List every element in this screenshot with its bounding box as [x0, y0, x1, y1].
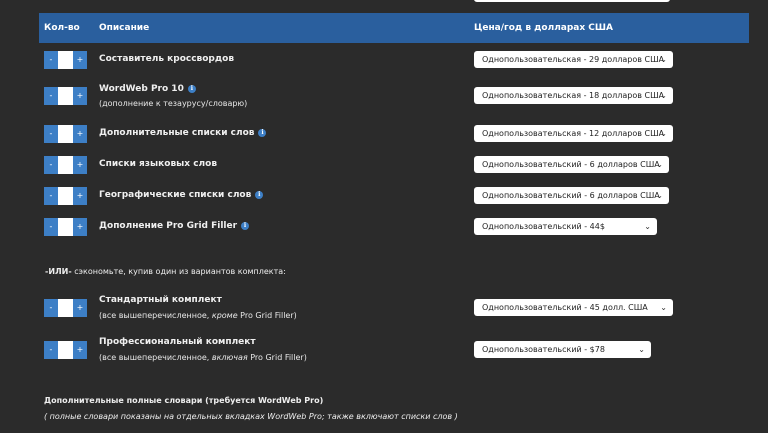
dictionaries-subtitle: ( полные словари показаны на отдельных в…: [44, 412, 458, 421]
product-label: Дополнение Pro Grid Filler i: [99, 221, 250, 231]
price-select-value: Однопользовательский - 45 долл. США: [482, 303, 648, 312]
decrement-button[interactable]: -: [44, 51, 58, 69]
chevron-down-icon: ⌄: [660, 91, 667, 100]
decrement-button[interactable]: -: [44, 341, 58, 359]
price-select[interactable]: Однопользовательский - 6 долларов США ⌄: [474, 187, 669, 204]
decrement-button[interactable]: -: [44, 218, 58, 236]
quantity-stepper: - +: [44, 218, 87, 236]
product-row-wordweb: - + WordWeb Pro 10 i (дополнение к тезаур…: [39, 82, 749, 112]
product-row-gridfiller: - + Дополнение Pro Grid Filler i Однополь…: [39, 215, 749, 237]
increment-button[interactable]: +: [73, 187, 87, 205]
price-select[interactable]: Однопользовательский - 6 долларов США ⌄: [474, 156, 669, 173]
table-header: Кол-во Описание Цена/год в долларах США: [39, 13, 749, 43]
bundle-row-professional: - + Профессиональный комплект (все вышеп…: [39, 334, 749, 366]
bundle-sublabel-pre: (все вышеперечисленное,: [99, 353, 212, 362]
bundle-label: Стандартный комплект: [99, 295, 222, 305]
info-icon[interactable]: i: [241, 222, 250, 230]
bundle-sublabel-pre: (все вышеперечисленное,: [99, 311, 212, 320]
dictionaries-title: Дополнительные полные словари (требуется…: [44, 396, 324, 405]
increment-button[interactable]: +: [73, 218, 87, 236]
price-select[interactable]: Однопользовательский - 44$ ⌄: [474, 218, 657, 235]
price-select[interactable]: Однопользовательская - 12 долларов США ⌄: [474, 125, 673, 142]
decrement-button[interactable]: -: [44, 299, 58, 317]
bundle-intro: -ИЛИ- сэкономьте, купив один из варианто…: [45, 267, 286, 276]
quantity-stepper: - +: [44, 87, 87, 105]
price-select-value: Однопользовательский - 6 долларов США: [482, 191, 660, 200]
header-qty: Кол-во: [44, 23, 80, 33]
previous-select[interactable]: [474, 0, 670, 2]
chevron-down-icon: ⌄: [660, 55, 667, 64]
chevron-down-icon: ⌄: [660, 129, 667, 138]
chevron-down-icon: ⌄: [656, 160, 663, 169]
decrement-button[interactable]: -: [44, 125, 58, 143]
bundle-sublabel-emphasis: кроме: [211, 311, 238, 320]
product-row-geographic: - + Географические списки слов i Однополь…: [39, 184, 749, 206]
quantity-input[interactable]: [58, 341, 73, 359]
product-label: Дополнительные списки слов i: [99, 128, 267, 138]
quantity-stepper: - +: [44, 341, 87, 359]
chevron-down-icon: ⌄: [660, 303, 667, 312]
price-select-value: Однопользовательская - 18 долларов США: [482, 91, 665, 100]
info-icon[interactable]: i: [258, 129, 267, 137]
decrement-button[interactable]: -: [44, 87, 58, 105]
increment-button[interactable]: +: [73, 341, 87, 359]
bundle-row-standard: - + Стандартный комплект (все вышеперечи…: [39, 292, 749, 324]
product-sublabel: (дополнение к тезаурусу/словарю): [99, 99, 248, 108]
product-label-text: Дополнительные списки слов: [99, 128, 255, 138]
price-select[interactable]: Однопользовательский - 45 долл. США ⌄: [474, 299, 673, 316]
bundle-sublabel-post: Pro Grid Filler): [237, 311, 297, 320]
product-label-text: Дополнение Pro Grid Filler: [99, 221, 238, 231]
quantity-stepper: - +: [44, 125, 87, 143]
bundle-sublabel: (все вышеперечисленное, кроме Pro Grid F…: [99, 311, 297, 320]
increment-button[interactable]: +: [73, 51, 87, 69]
quantity-stepper: - +: [44, 156, 87, 174]
increment-button[interactable]: +: [73, 87, 87, 105]
or-label: -ИЛИ-: [45, 267, 72, 276]
quantity-input[interactable]: [58, 51, 73, 69]
quantity-stepper: - +: [44, 299, 87, 317]
price-select-value: Однопользовательский - 6 долларов США: [482, 160, 660, 169]
price-select[interactable]: Однопользовательская - 29 долларов США ⌄: [474, 51, 673, 68]
quantity-input[interactable]: [58, 187, 73, 205]
quantity-input[interactable]: [58, 125, 73, 143]
bundle-label: Профессиональный комплект: [99, 337, 256, 347]
bundle-intro-text: сэкономьте, купив один из вариантов комп…: [71, 267, 286, 276]
bundle-sublabel-post: Pro Grid Filler): [247, 353, 307, 362]
header-description: Описание: [99, 23, 150, 33]
bundle-sublabel-emphasis: включая: [211, 353, 248, 362]
price-select-value: Однопользовательский - $78: [482, 345, 605, 354]
product-label: WordWeb Pro 10 i: [99, 84, 196, 94]
quantity-stepper: - +: [44, 51, 87, 69]
quantity-input[interactable]: [58, 156, 73, 174]
increment-button[interactable]: +: [73, 299, 87, 317]
price-select-value: Однопользовательская - 29 долларов США: [482, 55, 665, 64]
increment-button[interactable]: +: [73, 156, 87, 174]
chevron-down-icon: ⌄: [656, 191, 663, 200]
info-icon[interactable]: i: [187, 85, 196, 93]
price-select-value: Однопользовательская - 12 долларов США: [482, 129, 665, 138]
info-icon[interactable]: i: [255, 191, 264, 199]
product-label: Географические списки слов i: [99, 190, 264, 200]
quantity-input[interactable]: [58, 87, 73, 105]
product-row-wordlists: - + Дополнительные списки слов i Однополь…: [39, 122, 749, 144]
price-select-value: Однопользовательский - 44$: [482, 222, 605, 231]
product-label-text: WordWeb Pro 10: [99, 84, 184, 94]
price-select[interactable]: Однопользовательская - 18 долларов США ⌄: [474, 87, 673, 104]
quantity-stepper: - +: [44, 187, 87, 205]
bundle-sublabel: (все вышеперечисленное, включая Pro Grid…: [99, 353, 307, 362]
quantity-input[interactable]: [58, 218, 73, 236]
increment-button[interactable]: +: [73, 125, 87, 143]
decrement-button[interactable]: -: [44, 187, 58, 205]
price-select[interactable]: Однопользовательский - $78 ⌄: [474, 341, 651, 358]
product-label: Списки языковых слов: [99, 159, 218, 169]
header-price: Цена/год в долларах США: [474, 23, 613, 33]
decrement-button[interactable]: -: [44, 156, 58, 174]
product-label-text: Географические списки слов: [99, 190, 252, 200]
chevron-down-icon: ⌄: [638, 345, 645, 354]
quantity-input[interactable]: [58, 299, 73, 317]
chevron-down-icon: ⌄: [644, 222, 651, 231]
product-label: Составитель кроссвордов: [99, 54, 235, 64]
product-row-language: - + Списки языковых слов Однопользовател…: [39, 153, 749, 175]
product-row-crossword: - + Составитель кроссвордов Однопользова…: [39, 48, 749, 70]
